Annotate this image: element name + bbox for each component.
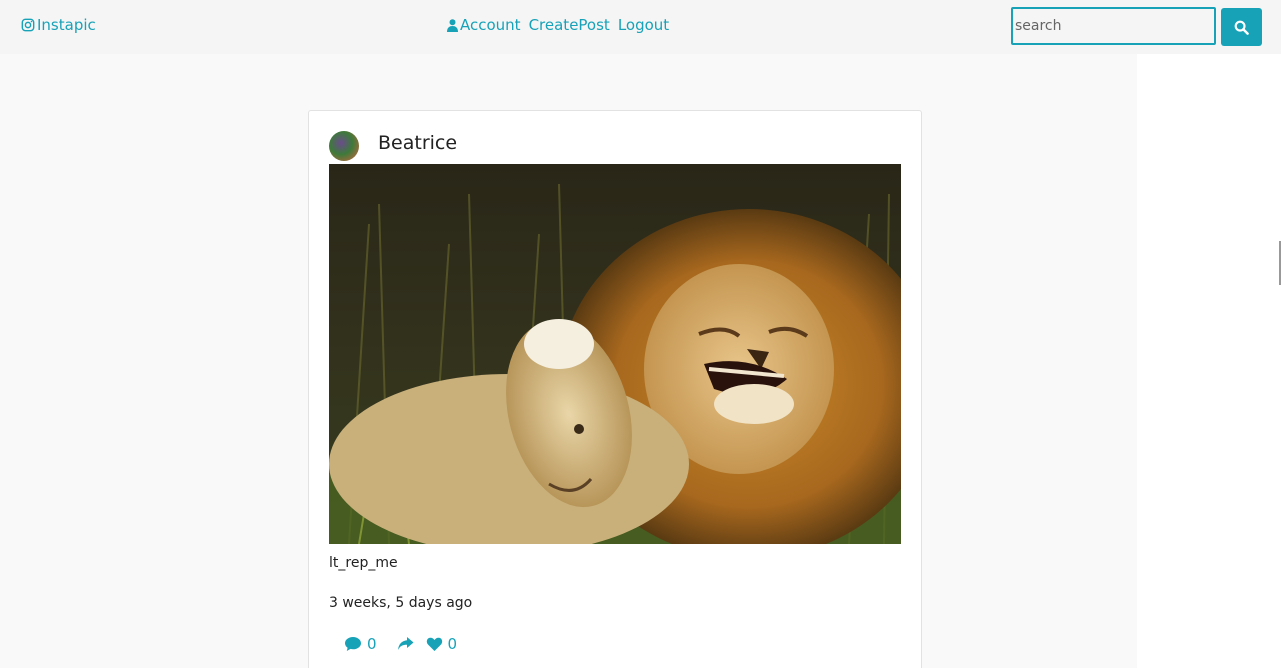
search-input[interactable] [1011, 7, 1216, 45]
nav-logout-link[interactable]: Logout [618, 16, 669, 34]
brand-link[interactable]: Instapic [21, 15, 96, 35]
search-icon [1234, 20, 1249, 35]
nav-logout-label: Logout [617, 16, 670, 34]
heart-icon [426, 637, 442, 651]
right-panel [1137, 54, 1281, 668]
lion-photo [329, 164, 901, 544]
post-timestamp: 3 weeks, 5 days ago [329, 595, 473, 611]
post-image [329, 164, 901, 544]
brand-label: Instapic [37, 16, 96, 34]
comment-count: 0 [367, 635, 377, 653]
post-author[interactable]: Beatrice [378, 132, 457, 154]
share-icon [397, 637, 414, 650]
user-icon [447, 18, 458, 32]
comment-icon [345, 637, 361, 651]
post-actions: 0 0 [344, 634, 457, 654]
post-card: Beatrice lt_rep_me 3 weeks, 5 days ago 0… [308, 110, 922, 668]
comment-button[interactable]: 0 [344, 635, 377, 653]
post-caption: lt_rep_me [329, 555, 398, 571]
like-count: 0 [447, 635, 458, 653]
nav-createpost-link[interactable]: CreatePost [529, 16, 610, 34]
avatar[interactable] [329, 131, 359, 161]
like-button[interactable]: 0 [426, 635, 458, 653]
nav-links: Account CreatePost Logout [447, 15, 669, 35]
search-button[interactable] [1221, 8, 1262, 46]
navbar: Instapic Account CreatePost Logout [0, 0, 1281, 54]
instagram-icon [21, 18, 35, 32]
nav-account-link[interactable]: Account [447, 16, 521, 34]
nav-account-label: Account [460, 16, 521, 34]
nav-createpost-label: CreatePost [528, 16, 610, 34]
share-button[interactable] [397, 636, 414, 652]
